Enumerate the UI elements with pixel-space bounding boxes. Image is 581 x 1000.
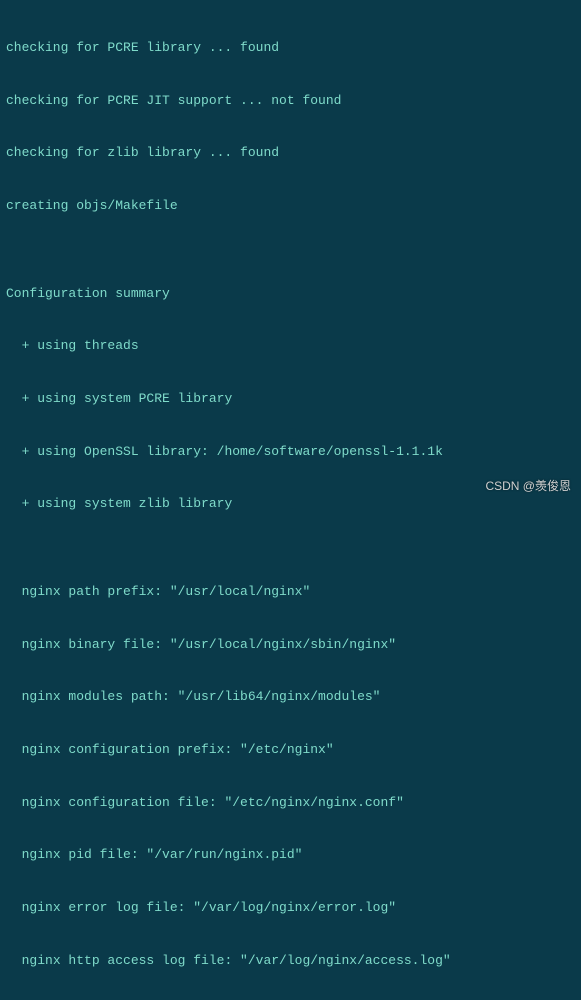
output-line: + using OpenSSL library: /home/software/…	[6, 443, 575, 461]
output-line: nginx binary file: "/usr/local/nginx/sbi…	[6, 636, 575, 654]
output-line: nginx path prefix: "/usr/local/nginx"	[6, 583, 575, 601]
output-line: checking for zlib library ... found	[6, 144, 575, 162]
output-line: nginx error log file: "/var/log/nginx/er…	[6, 899, 575, 917]
output-line: + using system zlib library	[6, 495, 575, 513]
watermark: CSDN @羡俊恩	[485, 478, 571, 494]
output-line: checking for PCRE JIT support ... not fo…	[6, 92, 575, 110]
terminal-output[interactable]: checking for PCRE library ... found chec…	[6, 4, 575, 1000]
output-line: + using threads	[6, 337, 575, 355]
output-line: checking for PCRE library ... found	[6, 39, 575, 57]
output-line: Configuration summary	[6, 285, 575, 303]
output-line: nginx pid file: "/var/run/nginx.pid"	[6, 846, 575, 864]
output-line: nginx modules path: "/usr/lib64/nginx/mo…	[6, 688, 575, 706]
output-line: nginx configuration prefix: "/etc/nginx"	[6, 741, 575, 759]
output-line: creating objs/Makefile	[6, 197, 575, 215]
output-line: nginx http access log file: "/var/log/ng…	[6, 952, 575, 970]
output-line: + using system PCRE library	[6, 390, 575, 408]
output-line: nginx configuration file: "/etc/nginx/ng…	[6, 794, 575, 812]
